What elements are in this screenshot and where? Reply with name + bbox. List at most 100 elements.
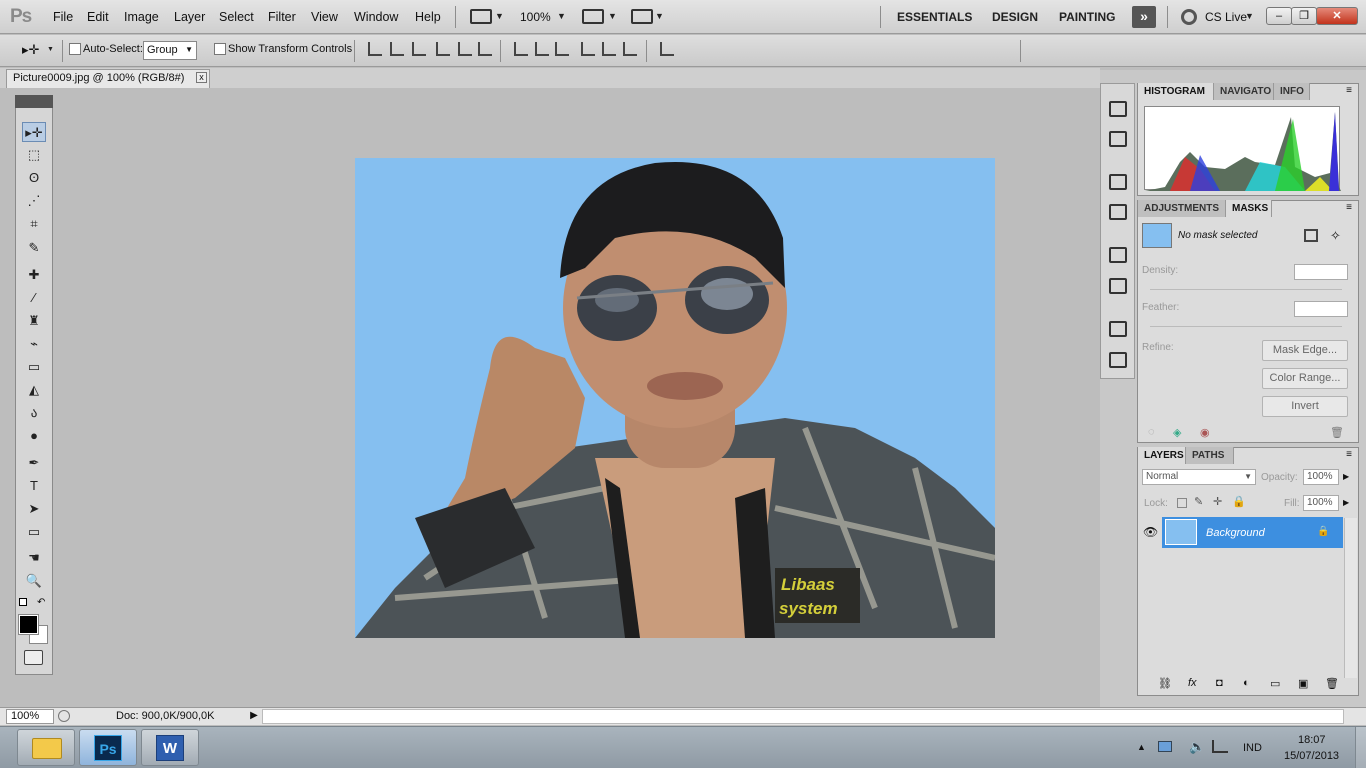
density-field[interactable] <box>1294 264 1348 280</box>
toolbox-header[interactable] <box>15 95 53 108</box>
invert-button[interactable]: Invert <box>1262 396 1348 417</box>
close-button[interactable]: ✕ <box>1316 7 1358 25</box>
new-layer-icon[interactable]: ▣ <box>1298 677 1308 690</box>
chevron-down-icon[interactable]: ▼ <box>495 11 504 21</box>
align-right-icon[interactable] <box>478 42 492 56</box>
link-layers-icon[interactable]: ⛓ <box>1158 677 1172 690</box>
lock-position-icon[interactable]: ✛ <box>1213 495 1222 508</box>
feather-field[interactable] <box>1294 301 1348 317</box>
taskbar-photoshop-button[interactable]: Ps <box>79 729 137 766</box>
menu-image[interactable]: Image <box>124 10 159 24</box>
workspace-painting[interactable]: PAINTING <box>1059 10 1115 24</box>
apply-mask-icon[interactable]: ◈ <box>1173 426 1181 439</box>
type-tool-icon[interactable]: T <box>22 476 46 496</box>
add-vector-mask-icon[interactable]: ✧ <box>1330 228 1341 244</box>
panel-menu-icon[interactable]: ≡ <box>1342 202 1356 213</box>
cs-live-icon[interactable] <box>1181 9 1197 25</box>
auto-align-layers-icon[interactable] <box>660 42 674 56</box>
default-colors-icon[interactable] <box>19 598 27 606</box>
tab-info[interactable]: INFO <box>1274 83 1310 100</box>
chevron-right-icon[interactable]: ▶ <box>1343 472 1349 481</box>
delete-mask-icon[interactable]: 🗑 <box>1330 426 1344 439</box>
document-canvas-photo[interactable]: Libaas system <box>355 158 995 638</box>
distribute-vertical-center-icon[interactable] <box>535 42 549 56</box>
align-bottom-icon[interactable] <box>412 42 426 56</box>
restore-button[interactable]: ❐ <box>1291 7 1317 25</box>
align-horizontal-center-icon[interactable] <box>458 42 472 56</box>
taskbar-explorer-button[interactable] <box>17 729 75 766</box>
align-vertical-center-icon[interactable] <box>390 42 404 56</box>
mask-edge-button[interactable]: Mask Edge... <box>1262 340 1348 361</box>
align-left-icon[interactable] <box>436 42 450 56</box>
tab-histogram[interactable]: HISTOGRAM <box>1138 83 1214 100</box>
history-brush-tool-icon[interactable]: ⌁ <box>22 334 46 354</box>
pen-tool-icon[interactable]: ✒ <box>22 453 46 473</box>
blend-mode-dropdown[interactable]: Normal ▼ <box>1142 469 1256 485</box>
menu-view[interactable]: View <box>311 10 338 24</box>
tab-paths[interactable]: PATHS <box>1186 447 1234 464</box>
align-top-icon[interactable] <box>368 42 382 56</box>
layer-style-icon[interactable]: fx <box>1188 677 1197 689</box>
document-tab[interactable]: Picture0009.jpg @ 100% (RGB/8#) <box>6 69 210 88</box>
distribute-horizontal-center-icon[interactable] <box>602 42 616 56</box>
layers-scrollbar[interactable] <box>1344 518 1357 678</box>
lock-pixels-icon[interactable]: ✎ <box>1194 495 1203 508</box>
horizontal-scrollbar[interactable] <box>262 709 1344 724</box>
lock-all-icon[interactable]: 🔒 <box>1232 495 1246 508</box>
more-workspaces-button[interactable]: » <box>1132 6 1156 28</box>
history-panel-icon[interactable] <box>1109 101 1127 117</box>
color-range-button[interactable]: Color Range... <box>1262 368 1348 389</box>
close-tab-icon[interactable]: x <box>196 72 207 83</box>
panel-menu-icon[interactable]: ≡ <box>1342 449 1356 460</box>
new-group-icon[interactable]: ▭ <box>1270 677 1280 690</box>
brush-presets-icon[interactable] <box>1109 247 1127 263</box>
menu-help[interactable]: Help <box>415 10 441 24</box>
show-hidden-icons-icon[interactable]: ▲ <box>1137 742 1146 752</box>
minimize-button[interactable]: – <box>1266 7 1292 25</box>
opacity-field[interactable]: 100% <box>1303 469 1339 485</box>
blur-tool-icon[interactable]: ა <box>22 403 46 423</box>
clone-source-icon[interactable] <box>1109 278 1127 294</box>
lasso-tool-icon[interactable]: ʘ <box>22 168 46 188</box>
tab-layers[interactable]: LAYERS <box>1138 447 1186 464</box>
feather-slider[interactable] <box>1150 326 1342 327</box>
clone-stamp-tool-icon[interactable]: ♜ <box>22 311 46 331</box>
arrange-documents-icon[interactable] <box>582 9 604 24</box>
menu-file[interactable]: File <box>53 10 73 24</box>
taskbar-word-button[interactable]: W <box>141 729 199 766</box>
chevron-down-icon[interactable]: ▼ <box>557 11 566 21</box>
disable-mask-icon[interactable]: ◉ <box>1200 426 1210 439</box>
chevron-down-icon[interactable]: ▼ <box>608 11 617 21</box>
rectangle-tool-icon[interactable]: ▭ <box>22 522 46 542</box>
path-selection-tool-icon[interactable]: ➤ <box>22 499 46 519</box>
paragraph-panel-icon[interactable] <box>1109 352 1127 368</box>
fill-field[interactable]: 100% <box>1303 495 1339 511</box>
auto-select-dropdown[interactable]: Group ▼ <box>143 41 197 60</box>
chevron-down-icon[interactable]: ▼ <box>1245 11 1254 21</box>
swap-colors-icon[interactable]: ↶ <box>37 597 45 608</box>
load-selection-icon[interactable]: ◌ <box>1148 426 1155 438</box>
volume-icon[interactable]: 🔈 <box>1189 739 1205 755</box>
animation-panel-icon[interactable] <box>1109 174 1127 190</box>
tab-masks[interactable]: MASKS <box>1226 200 1272 217</box>
quick-mask-icon[interactable] <box>24 650 43 665</box>
quick-selection-tool-icon[interactable]: ⋰ <box>22 191 46 211</box>
menu-window[interactable]: Window <box>354 10 398 24</box>
action-center-icon[interactable] <box>1158 741 1172 752</box>
distribute-right-icon[interactable] <box>623 42 637 56</box>
actions-panel-icon[interactable] <box>1109 131 1127 147</box>
tab-adjustments[interactable]: ADJUSTMENTS <box>1138 200 1226 217</box>
show-desktop-button[interactable] <box>1355 727 1366 768</box>
distribute-top-icon[interactable] <box>514 42 528 56</box>
chevron-down-icon[interactable]: ▼ <box>655 11 664 21</box>
distribute-bottom-icon[interactable] <box>555 42 569 56</box>
show-transform-checkbox[interactable] <box>214 43 226 55</box>
language-indicator[interactable]: IND <box>1243 742 1262 754</box>
zoom-level[interactable]: 100% <box>520 10 551 24</box>
menu-filter[interactable]: Filter <box>268 10 296 24</box>
network-icon[interactable] <box>1212 740 1228 753</box>
foreground-color-swatch[interactable] <box>18 614 39 635</box>
zoom-tool-icon[interactable]: 🔍 <box>22 571 46 591</box>
status-menu-arrow-icon[interactable]: ▶ <box>248 709 260 723</box>
auto-select-checkbox[interactable] <box>69 43 81 55</box>
